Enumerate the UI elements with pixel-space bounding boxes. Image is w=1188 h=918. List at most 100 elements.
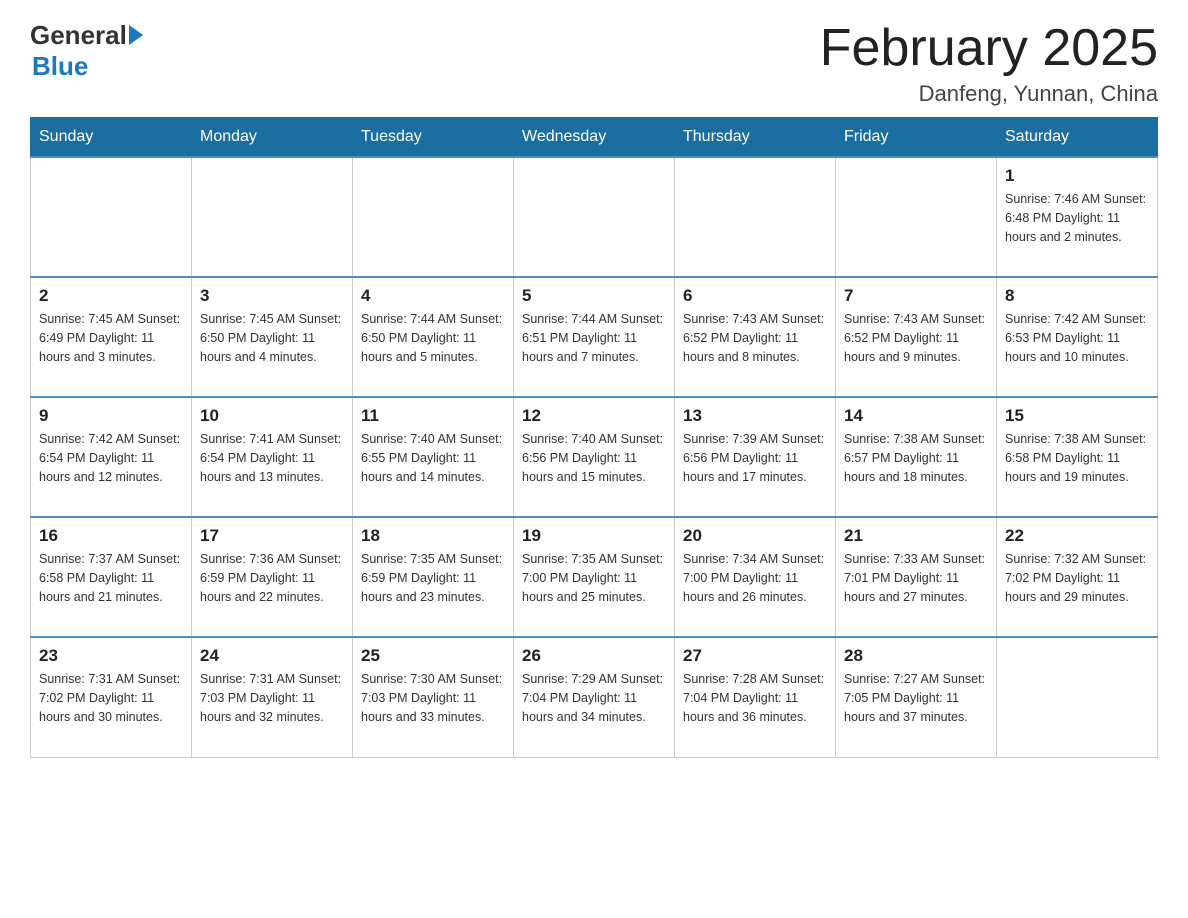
- day-number: 8: [1005, 286, 1149, 306]
- day-info: Sunrise: 7:33 AM Sunset: 7:01 PM Dayligh…: [844, 550, 988, 606]
- day-info: Sunrise: 7:42 AM Sunset: 6:54 PM Dayligh…: [39, 430, 183, 486]
- day-info: Sunrise: 7:46 AM Sunset: 6:48 PM Dayligh…: [1005, 190, 1149, 246]
- table-row: 25 Sunrise: 7:30 AM Sunset: 7:03 PM Dayli…: [353, 637, 514, 757]
- table-row: 8 Sunrise: 7:42 AM Sunset: 6:53 PM Daylig…: [997, 277, 1158, 397]
- day-number: 14: [844, 406, 988, 426]
- day-number: 26: [522, 646, 666, 666]
- day-number: 24: [200, 646, 344, 666]
- day-info: Sunrise: 7:38 AM Sunset: 6:58 PM Dayligh…: [1005, 430, 1149, 486]
- col-tuesday: Tuesday: [353, 118, 514, 158]
- table-row: [353, 157, 514, 277]
- day-info: Sunrise: 7:31 AM Sunset: 7:02 PM Dayligh…: [39, 670, 183, 726]
- day-info: Sunrise: 7:45 AM Sunset: 6:49 PM Dayligh…: [39, 310, 183, 366]
- day-number: 13: [683, 406, 827, 426]
- table-row: 6 Sunrise: 7:43 AM Sunset: 6:52 PM Daylig…: [675, 277, 836, 397]
- day-number: 27: [683, 646, 827, 666]
- day-info: Sunrise: 7:41 AM Sunset: 6:54 PM Dayligh…: [200, 430, 344, 486]
- day-info: Sunrise: 7:32 AM Sunset: 7:02 PM Dayligh…: [1005, 550, 1149, 606]
- col-friday: Friday: [836, 118, 997, 158]
- calendar-week-row: 23 Sunrise: 7:31 AM Sunset: 7:02 PM Dayli…: [31, 637, 1158, 757]
- table-row: 1 Sunrise: 7:46 AM Sunset: 6:48 PM Daylig…: [997, 157, 1158, 277]
- logo-general: General: [30, 20, 127, 51]
- title-block: February 2025 Danfeng, Yunnan, China: [820, 20, 1158, 107]
- day-number: 22: [1005, 526, 1149, 546]
- day-info: Sunrise: 7:30 AM Sunset: 7:03 PM Dayligh…: [361, 670, 505, 726]
- page-header: General Blue February 2025 Danfeng, Yunn…: [30, 20, 1158, 107]
- day-info: Sunrise: 7:37 AM Sunset: 6:58 PM Dayligh…: [39, 550, 183, 606]
- table-row: 3 Sunrise: 7:45 AM Sunset: 6:50 PM Daylig…: [192, 277, 353, 397]
- day-number: 28: [844, 646, 988, 666]
- table-row: 12 Sunrise: 7:40 AM Sunset: 6:56 PM Dayli…: [514, 397, 675, 517]
- day-number: 16: [39, 526, 183, 546]
- col-sunday: Sunday: [31, 118, 192, 158]
- day-number: 18: [361, 526, 505, 546]
- day-info: Sunrise: 7:44 AM Sunset: 6:51 PM Dayligh…: [522, 310, 666, 366]
- table-row: 21 Sunrise: 7:33 AM Sunset: 7:01 PM Dayli…: [836, 517, 997, 637]
- day-number: 3: [200, 286, 344, 306]
- calendar-week-row: 16 Sunrise: 7:37 AM Sunset: 6:58 PM Dayli…: [31, 517, 1158, 637]
- day-number: 12: [522, 406, 666, 426]
- calendar-week-row: 9Sunrise: 7:42 AM Sunset: 6:54 PM Daylig…: [31, 397, 1158, 517]
- table-row: 27 Sunrise: 7:28 AM Sunset: 7:04 PM Dayli…: [675, 637, 836, 757]
- day-info: Sunrise: 7:34 AM Sunset: 7:00 PM Dayligh…: [683, 550, 827, 606]
- table-row: 11 Sunrise: 7:40 AM Sunset: 6:55 PM Dayli…: [353, 397, 514, 517]
- day-number: 6: [683, 286, 827, 306]
- day-info: Sunrise: 7:40 AM Sunset: 6:55 PM Dayligh…: [361, 430, 505, 486]
- table-row: 23 Sunrise: 7:31 AM Sunset: 7:02 PM Dayli…: [31, 637, 192, 757]
- table-row: 19 Sunrise: 7:35 AM Sunset: 7:00 PM Dayli…: [514, 517, 675, 637]
- table-row: [997, 637, 1158, 757]
- table-row: 24 Sunrise: 7:31 AM Sunset: 7:03 PM Dayli…: [192, 637, 353, 757]
- table-row: 2Sunrise: 7:45 AM Sunset: 6:49 PM Daylig…: [31, 277, 192, 397]
- day-number: 10: [200, 406, 344, 426]
- table-row: 17Sunrise: 7:36 AM Sunset: 6:59 PM Dayli…: [192, 517, 353, 637]
- day-number: 1: [1005, 166, 1149, 186]
- day-info: Sunrise: 7:38 AM Sunset: 6:57 PM Dayligh…: [844, 430, 988, 486]
- day-info: Sunrise: 7:43 AM Sunset: 6:52 PM Dayligh…: [683, 310, 827, 366]
- day-info: Sunrise: 7:31 AM Sunset: 7:03 PM Dayligh…: [200, 670, 344, 726]
- day-info: Sunrise: 7:42 AM Sunset: 6:53 PM Dayligh…: [1005, 310, 1149, 366]
- table-row: 13 Sunrise: 7:39 AM Sunset: 6:56 PM Dayli…: [675, 397, 836, 517]
- day-number: 23: [39, 646, 183, 666]
- table-row: [836, 157, 997, 277]
- table-row: 4 Sunrise: 7:44 AM Sunset: 6:50 PM Daylig…: [353, 277, 514, 397]
- table-row: 28Sunrise: 7:27 AM Sunset: 7:05 PM Dayli…: [836, 637, 997, 757]
- table-row: 10 Sunrise: 7:41 AM Sunset: 6:54 PM Dayli…: [192, 397, 353, 517]
- day-number: 7: [844, 286, 988, 306]
- day-number: 15: [1005, 406, 1149, 426]
- table-row: [192, 157, 353, 277]
- table-row: [31, 157, 192, 277]
- day-info: Sunrise: 7:39 AM Sunset: 6:56 PM Dayligh…: [683, 430, 827, 486]
- day-info: Sunrise: 7:35 AM Sunset: 6:59 PM Dayligh…: [361, 550, 505, 606]
- logo: General Blue: [30, 20, 143, 82]
- calendar-header-row: Sunday Monday Tuesday Wednesday Thursday…: [31, 118, 1158, 158]
- day-number: 11: [361, 406, 505, 426]
- day-info: Sunrise: 7:40 AM Sunset: 6:56 PM Dayligh…: [522, 430, 666, 486]
- day-info: Sunrise: 7:45 AM Sunset: 6:50 PM Dayligh…: [200, 310, 344, 366]
- calendar-table: Sunday Monday Tuesday Wednesday Thursday…: [30, 117, 1158, 758]
- day-number: 19: [522, 526, 666, 546]
- logo-blue: Blue: [32, 51, 88, 82]
- location-subtitle: Danfeng, Yunnan, China: [820, 81, 1158, 107]
- table-row: 5Sunrise: 7:44 AM Sunset: 6:51 PM Daylig…: [514, 277, 675, 397]
- logo-arrow-icon: [129, 25, 143, 45]
- calendar-week-row: 1 Sunrise: 7:46 AM Sunset: 6:48 PM Daylig…: [31, 157, 1158, 277]
- table-row: [514, 157, 675, 277]
- day-info: Sunrise: 7:43 AM Sunset: 6:52 PM Dayligh…: [844, 310, 988, 366]
- table-row: 9Sunrise: 7:42 AM Sunset: 6:54 PM Daylig…: [31, 397, 192, 517]
- month-title: February 2025: [820, 20, 1158, 77]
- calendar-week-row: 2Sunrise: 7:45 AM Sunset: 6:49 PM Daylig…: [31, 277, 1158, 397]
- table-row: 14 Sunrise: 7:38 AM Sunset: 6:57 PM Dayli…: [836, 397, 997, 517]
- day-info: Sunrise: 7:29 AM Sunset: 7:04 PM Dayligh…: [522, 670, 666, 726]
- day-number: 4: [361, 286, 505, 306]
- table-row: 16 Sunrise: 7:37 AM Sunset: 6:58 PM Dayli…: [31, 517, 192, 637]
- col-monday: Monday: [192, 118, 353, 158]
- day-info: Sunrise: 7:44 AM Sunset: 6:50 PM Dayligh…: [361, 310, 505, 366]
- day-number: 25: [361, 646, 505, 666]
- day-number: 21: [844, 526, 988, 546]
- table-row: [675, 157, 836, 277]
- day-info: Sunrise: 7:28 AM Sunset: 7:04 PM Dayligh…: [683, 670, 827, 726]
- day-info: Sunrise: 7:35 AM Sunset: 7:00 PM Dayligh…: [522, 550, 666, 606]
- table-row: 18 Sunrise: 7:35 AM Sunset: 6:59 PM Dayli…: [353, 517, 514, 637]
- table-row: 20Sunrise: 7:34 AM Sunset: 7:00 PM Dayli…: [675, 517, 836, 637]
- day-info: Sunrise: 7:36 AM Sunset: 6:59 PM Dayligh…: [200, 550, 344, 606]
